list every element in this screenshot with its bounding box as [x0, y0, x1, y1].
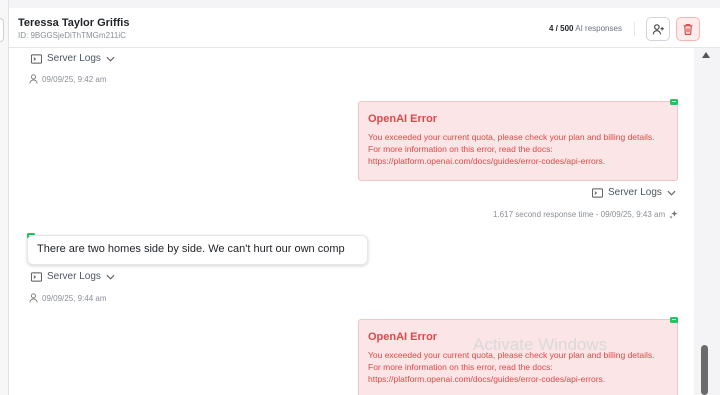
- conversation-header: Teressa Taylor Griffis ID: 9BGGSjeDiThTM…: [9, 8, 720, 48]
- sparkle-icon: [669, 210, 678, 219]
- conversation-screen: Teressa Taylor Griffis ID: 9BGGSjeDiThTM…: [0, 0, 720, 395]
- chevron-down-icon: [667, 190, 676, 196]
- terminal-icon: [592, 187, 603, 198]
- contact-id: ID: 9BGGSjeDiThTMGm211iC: [18, 31, 126, 40]
- server-logs-toggle[interactable]: Server Logs: [31, 271, 115, 282]
- server-logs-label: Server Logs: [608, 187, 662, 198]
- error-body: You exceeded your current quota, please …: [368, 132, 655, 166]
- terminal-icon: [31, 53, 42, 64]
- message-timestamp: 09/09/25, 9:44 am: [42, 293, 107, 303]
- error-message-card: OpenAI Error You exceeded your current q…: [358, 319, 678, 395]
- contact-name: Teressa Taylor Griffis: [18, 17, 130, 29]
- left-panel-edge: [0, 0, 9, 395]
- scroll-up-arrow-icon[interactable]: [702, 52, 710, 58]
- header-divider: [634, 22, 635, 36]
- terminal-icon: [31, 271, 42, 282]
- ai-usage-label: AI responses: [575, 24, 622, 33]
- message-meta: 09/09/25, 9:44 am: [29, 293, 107, 303]
- channel-badge-icon: [670, 317, 678, 323]
- assign-user-button[interactable]: [646, 17, 670, 41]
- user-plus-icon: [652, 23, 664, 34]
- scroll-thumb[interactable]: [701, 345, 708, 395]
- server-logs-label: Server Logs: [47, 53, 101, 64]
- user-icon: [29, 74, 38, 84]
- vertical-scrollbar[interactable]: [694, 48, 720, 395]
- server-logs-toggle[interactable]: Server Logs: [31, 53, 115, 64]
- message-timestamp: 09/09/25, 9:42 am: [42, 74, 107, 84]
- channel-badge-icon: [670, 99, 678, 105]
- error-title: OpenAI Error: [368, 113, 438, 125]
- os-watermark: Activate Windows: [473, 335, 608, 354]
- top-strip: [9, 0, 720, 8]
- user-icon: [29, 293, 38, 303]
- delete-button[interactable]: [676, 17, 700, 41]
- trash-icon: [683, 23, 693, 35]
- server-logs-toggle[interactable]: Server Logs: [592, 187, 676, 198]
- incoming-message-bubble: There are two homes side by side. We can…: [27, 235, 368, 265]
- error-message-card: OpenAI Error You exceeded your current q…: [358, 101, 678, 181]
- chevron-down-icon: [106, 274, 115, 280]
- response-meta: 1.617 second response time - 09/09/25, 9…: [493, 210, 678, 219]
- left-panel-control[interactable]: [0, 18, 4, 42]
- ai-usage-counter: 4 / 500 AI responses: [549, 24, 622, 33]
- response-time-text: 1.617 second response time - 09/09/25, 9…: [493, 210, 666, 219]
- server-logs-label: Server Logs: [47, 271, 101, 282]
- ai-usage-count: 4 / 500: [549, 24, 574, 33]
- message-meta: 09/09/25, 9:42 am: [29, 74, 107, 84]
- chevron-down-icon: [106, 56, 115, 62]
